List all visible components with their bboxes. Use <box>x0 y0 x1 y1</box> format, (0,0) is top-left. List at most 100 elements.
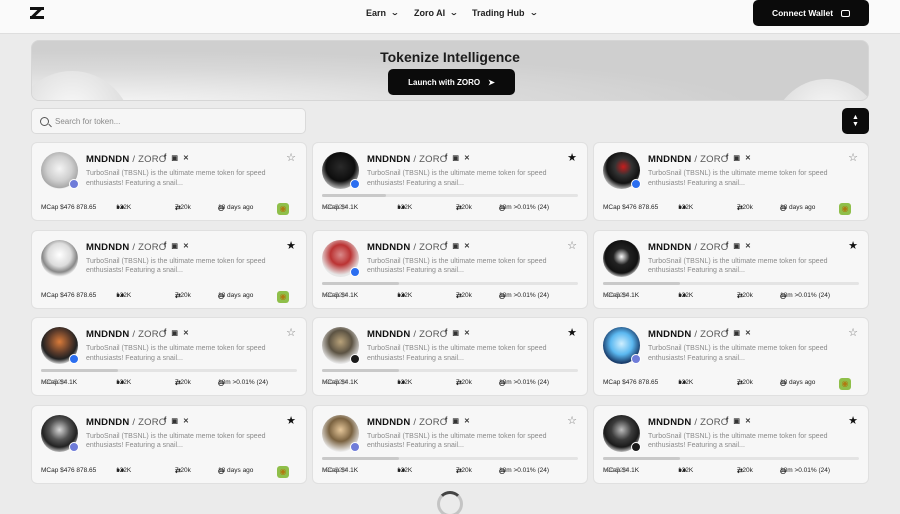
facebook-icon[interactable]: f <box>445 154 447 162</box>
token-card[interactable]: MNDNDN / ZORO f ▣ ✕ ★ TurboSnail (TBSNL) is th… <box>31 404 307 484</box>
facebook-icon[interactable]: f <box>445 417 447 425</box>
token-name: MNDNDN / ZORO <box>648 329 728 340</box>
facebook-icon[interactable]: f <box>726 154 728 162</box>
token-name: MNDNDN / ZORO <box>86 154 166 165</box>
favorite-star-icon[interactable]: ★ <box>567 151 577 164</box>
menu-zoro-ai[interactable]: Zoro AI ⌄ <box>414 8 459 18</box>
token-pair: / ZORO <box>694 154 729 165</box>
chain-bnb-icon <box>350 354 360 364</box>
connect-wallet-button[interactable]: Connect Wallet <box>753 0 869 26</box>
search-bar[interactable] <box>31 108 306 134</box>
favorite-star-icon[interactable]: ★ <box>567 326 577 339</box>
facebook-icon[interactable]: f <box>164 417 166 425</box>
token-card[interactable]: MNDNDN / ZORO f ▣ ✕ ★ TurboSnail (TBSNL) is th… <box>312 317 588 396</box>
token-symbol: MNDNDN <box>86 241 130 253</box>
favorite-star-icon[interactable]: ★ <box>848 414 858 427</box>
token-card[interactable]: MNDNDN / ZORO f ▣ ✕ ★ TurboSnail (TBSNL) is th… <box>312 142 588 221</box>
search-input[interactable] <box>55 116 285 126</box>
launch-label: Launch with ZORO <box>408 77 481 87</box>
price-change: +20.52% <box>322 379 348 386</box>
favorite-star-icon[interactable]: ★ <box>848 239 858 252</box>
token-card[interactable]: MNDNDN / ZORO f ▣ ✕ ☆ TurboSnail (TBSNL) is th… <box>593 317 869 396</box>
favorite-star-icon[interactable]: ★ <box>286 239 296 252</box>
favorite-star-icon[interactable]: ☆ <box>286 326 296 339</box>
x-icon[interactable]: ✕ <box>464 242 470 250</box>
menu-trading-hub[interactable]: Trading Hub ⌄ <box>472 8 538 18</box>
facebook-icon[interactable]: f <box>726 242 728 250</box>
token-card[interactable]: MNDNDN / ZORO f ▣ ✕ ★ TurboSnail (TBSNL) is th… <box>31 229 307 309</box>
x-icon[interactable]: ✕ <box>183 417 189 425</box>
instagram-icon[interactable]: ▣ <box>733 242 740 250</box>
facebook-icon[interactable]: f <box>445 242 447 250</box>
token-description: TurboSnail (TBSNL) is the ultimate meme … <box>86 170 266 187</box>
instagram-icon[interactable]: ▣ <box>452 417 459 425</box>
menu-earn[interactable]: Earn ⌄ <box>366 8 399 18</box>
instagram-icon[interactable]: ▣ <box>171 417 178 425</box>
instagram-icon[interactable]: ▣ <box>171 242 178 250</box>
favorite-star-icon[interactable]: ☆ <box>848 151 858 164</box>
x-icon[interactable]: ✕ <box>745 242 751 250</box>
token-stats: MCap $476 878.65 ●● 122K ⇄ 7.20k ◷ 18 days ago <box>41 466 254 475</box>
token-name: MNDNDN / ZORO <box>367 242 447 253</box>
token-name: MNDNDN / ZORO <box>648 154 728 165</box>
chain-base-icon <box>350 266 360 277</box>
facebook-icon[interactable]: f <box>164 329 166 337</box>
token-name: MNDNDN / ZORO <box>86 417 166 428</box>
social-links: f ▣ ✕ <box>726 329 751 337</box>
x-icon[interactable]: ✕ <box>464 154 470 162</box>
token-description: TurboSnail (TBSNL) is the ultimate meme … <box>86 257 266 275</box>
favorite-star-icon[interactable]: ☆ <box>848 326 858 339</box>
instagram-icon[interactable]: ▣ <box>171 329 178 337</box>
instagram-icon[interactable]: ▣ <box>452 242 459 250</box>
facebook-icon[interactable]: f <box>726 417 728 425</box>
instagram-icon[interactable]: ▣ <box>171 154 178 162</box>
sort-button[interactable]: ▲ ▼ <box>842 108 869 134</box>
token-description: TurboSnail (TBSNL) is the ultimate meme … <box>86 345 266 362</box>
x-icon[interactable]: ✕ <box>464 329 470 337</box>
token-card[interactable]: MNDNDN / ZORO f ▣ ✕ ☆ TurboSnail (TBSNL) is th… <box>31 142 307 221</box>
token-symbol: MNDNDN <box>367 154 411 165</box>
token-stats: MCap $476 878.65 ●● 122K ⇄ 7.20k ◷ 18 days ago <box>41 291 254 300</box>
social-links: f ▣ ✕ <box>164 417 189 425</box>
x-icon[interactable]: ✕ <box>183 329 189 337</box>
instagram-icon[interactable]: ▣ <box>452 329 459 337</box>
favorite-star-icon[interactable]: ☆ <box>567 414 577 427</box>
instagram-icon[interactable]: ▣ <box>733 329 740 337</box>
x-icon[interactable]: ✕ <box>745 329 751 337</box>
platform-badge-icon: ◉ <box>277 290 289 303</box>
token-pair: / ZORO <box>413 154 448 165</box>
token-description: TurboSnail (TBSNL) is the ultimate meme … <box>367 345 547 362</box>
facebook-icon[interactable]: f <box>164 154 166 162</box>
instagram-icon[interactable]: ▣ <box>733 154 740 162</box>
token-stats: MCap $4.1K +20.52% ●● 122K ⇄ 7.20k ◷ 18m >0.01… <box>322 379 550 387</box>
favorite-star-icon[interactable]: ☆ <box>286 151 296 164</box>
facebook-icon[interactable]: f <box>445 329 447 337</box>
social-links: f ▣ ✕ <box>726 242 751 250</box>
x-icon[interactable]: ✕ <box>464 417 470 425</box>
facebook-icon[interactable]: f <box>164 242 166 250</box>
connect-wallet-label: Connect Wallet <box>771 8 834 18</box>
x-icon[interactable]: ✕ <box>183 154 189 162</box>
x-icon[interactable]: ✕ <box>183 242 189 250</box>
zoro-logo-icon[interactable] <box>30 7 44 19</box>
instagram-icon[interactable]: ▣ <box>733 417 740 425</box>
token-symbol: MNDNDN <box>648 329 692 340</box>
price-change: +20.52% <box>322 466 348 474</box>
favorite-star-icon[interactable]: ★ <box>286 414 296 427</box>
token-card[interactable]: MNDNDN / ZORO f ▣ ✕ ★ TurboSnail (TBSNL) is th… <box>593 404 869 484</box>
instagram-icon[interactable]: ▣ <box>452 154 459 162</box>
token-card[interactable]: MNDNDN / ZORO f ▣ ✕ ☆ TurboSnail (TBSNL) is th… <box>312 229 588 309</box>
token-card[interactable]: MNDNDN / ZORO f ▣ ✕ ☆ TurboSnail (TBSNL) is th… <box>31 317 307 396</box>
launch-with-zoro-button[interactable]: Launch with ZORO ➤ <box>388 69 515 95</box>
token-card[interactable]: MNDNDN / ZORO f ▣ ✕ ☆ TurboSnail (TBSNL) is th… <box>593 142 869 221</box>
chain-base-icon <box>69 354 79 364</box>
token-pair: / ZORO <box>132 416 167 428</box>
favorite-star-icon[interactable]: ☆ <box>567 239 577 252</box>
token-card[interactable]: MNDNDN / ZORO f ▣ ✕ ★ TurboSnail (TBSNL) is th… <box>593 229 869 309</box>
x-icon[interactable]: ✕ <box>745 417 751 425</box>
facebook-icon[interactable]: f <box>726 329 728 337</box>
x-icon[interactable]: ✕ <box>745 154 751 162</box>
token-card[interactable]: MNDNDN / ZORO f ▣ ✕ ☆ TurboSnail (TBSNL) is th… <box>312 404 588 484</box>
token-symbol: MNDNDN <box>86 154 130 165</box>
token-stats: MCap $4.1K +20.52% ●● 122K ⇄ 7.20k ◷ 18m >0.01… <box>41 379 269 387</box>
